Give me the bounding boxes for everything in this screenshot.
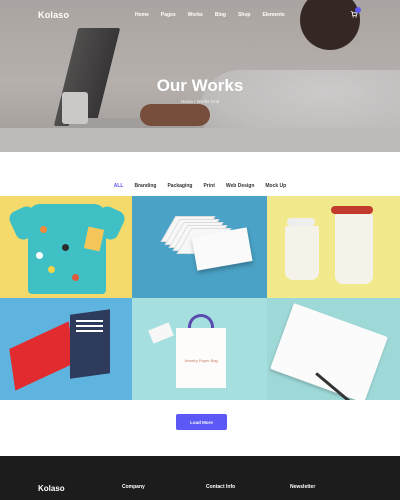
filter-packaging[interactable]: Packaging bbox=[167, 183, 192, 189]
portfolio-filters: ALL Branding Packaging Print Web Design … bbox=[0, 183, 400, 189]
menu-item-pages[interactable]: Pages bbox=[161, 12, 176, 18]
footer-logo[interactable]: Kolaso bbox=[38, 484, 65, 493]
page-title: Our Works bbox=[156, 76, 244, 95]
site-logo[interactable]: Kolaso bbox=[38, 10, 69, 20]
cart-count-badge bbox=[355, 7, 361, 13]
load-more-button[interactable]: Load More bbox=[176, 414, 227, 430]
footer-heading-contact: Contact Info bbox=[206, 484, 236, 490]
portfolio-item-business-cards[interactable] bbox=[132, 196, 267, 298]
filter-print[interactable]: Print bbox=[203, 183, 214, 189]
menu-item-shop[interactable]: Shop bbox=[238, 12, 251, 18]
footer-heading-newsletter: Newsletter bbox=[290, 484, 316, 490]
pattern-dot bbox=[72, 274, 79, 281]
portfolio-item-books[interactable] bbox=[0, 298, 132, 400]
pattern-dot bbox=[40, 226, 47, 233]
bag-label: Jewelry Paper Bag bbox=[184, 358, 218, 363]
tag-card-image bbox=[148, 322, 174, 344]
portfolio-item-paper-bag[interactable]: Jewelry Paper Bag bbox=[132, 298, 267, 400]
pattern-dot bbox=[48, 266, 55, 273]
cup-lid bbox=[287, 218, 315, 226]
main-menu: Home Pages Works Blog Shop Elements bbox=[135, 12, 285, 18]
filter-mock-up[interactable]: Mock Up bbox=[265, 183, 286, 189]
filter-branding[interactable]: Branding bbox=[135, 183, 157, 189]
portfolio-grid: Jewelry Paper Bag bbox=[0, 196, 400, 400]
top-nav: Kolaso Home Pages Works Blog Shop Elemen… bbox=[0, 0, 400, 30]
menu-item-home[interactable]: Home bbox=[135, 12, 149, 18]
pattern-dot bbox=[62, 244, 69, 251]
red-book-image bbox=[9, 321, 75, 391]
breadcrumb: Home / Works Grid bbox=[180, 99, 220, 104]
pattern-dot bbox=[36, 252, 43, 259]
menu-item-blog[interactable]: Blog bbox=[215, 12, 226, 18]
menu-item-works[interactable]: Works bbox=[188, 12, 203, 18]
hero-banner: Kolaso Home Pages Works Blog Shop Elemen… bbox=[0, 0, 400, 152]
coffee-cup-image bbox=[285, 226, 319, 280]
footer-heading-company: Company bbox=[122, 484, 145, 490]
cup-lid-red bbox=[331, 206, 373, 214]
portfolio-item-tshirt[interactable] bbox=[0, 196, 132, 298]
filter-all[interactable]: ALL bbox=[114, 183, 124, 189]
menu-item-elements[interactable]: Elements bbox=[262, 12, 284, 18]
book-cover-lines bbox=[76, 320, 106, 340]
coffee-cup-image bbox=[335, 214, 373, 284]
portfolio-item-notebook[interactable] bbox=[267, 298, 400, 400]
portfolio-item-coffee-cups[interactable] bbox=[267, 196, 400, 298]
filter-web-design[interactable]: Web Design bbox=[226, 183, 255, 189]
site-footer: Kolaso Company Contact Info Newsletter bbox=[0, 456, 400, 500]
